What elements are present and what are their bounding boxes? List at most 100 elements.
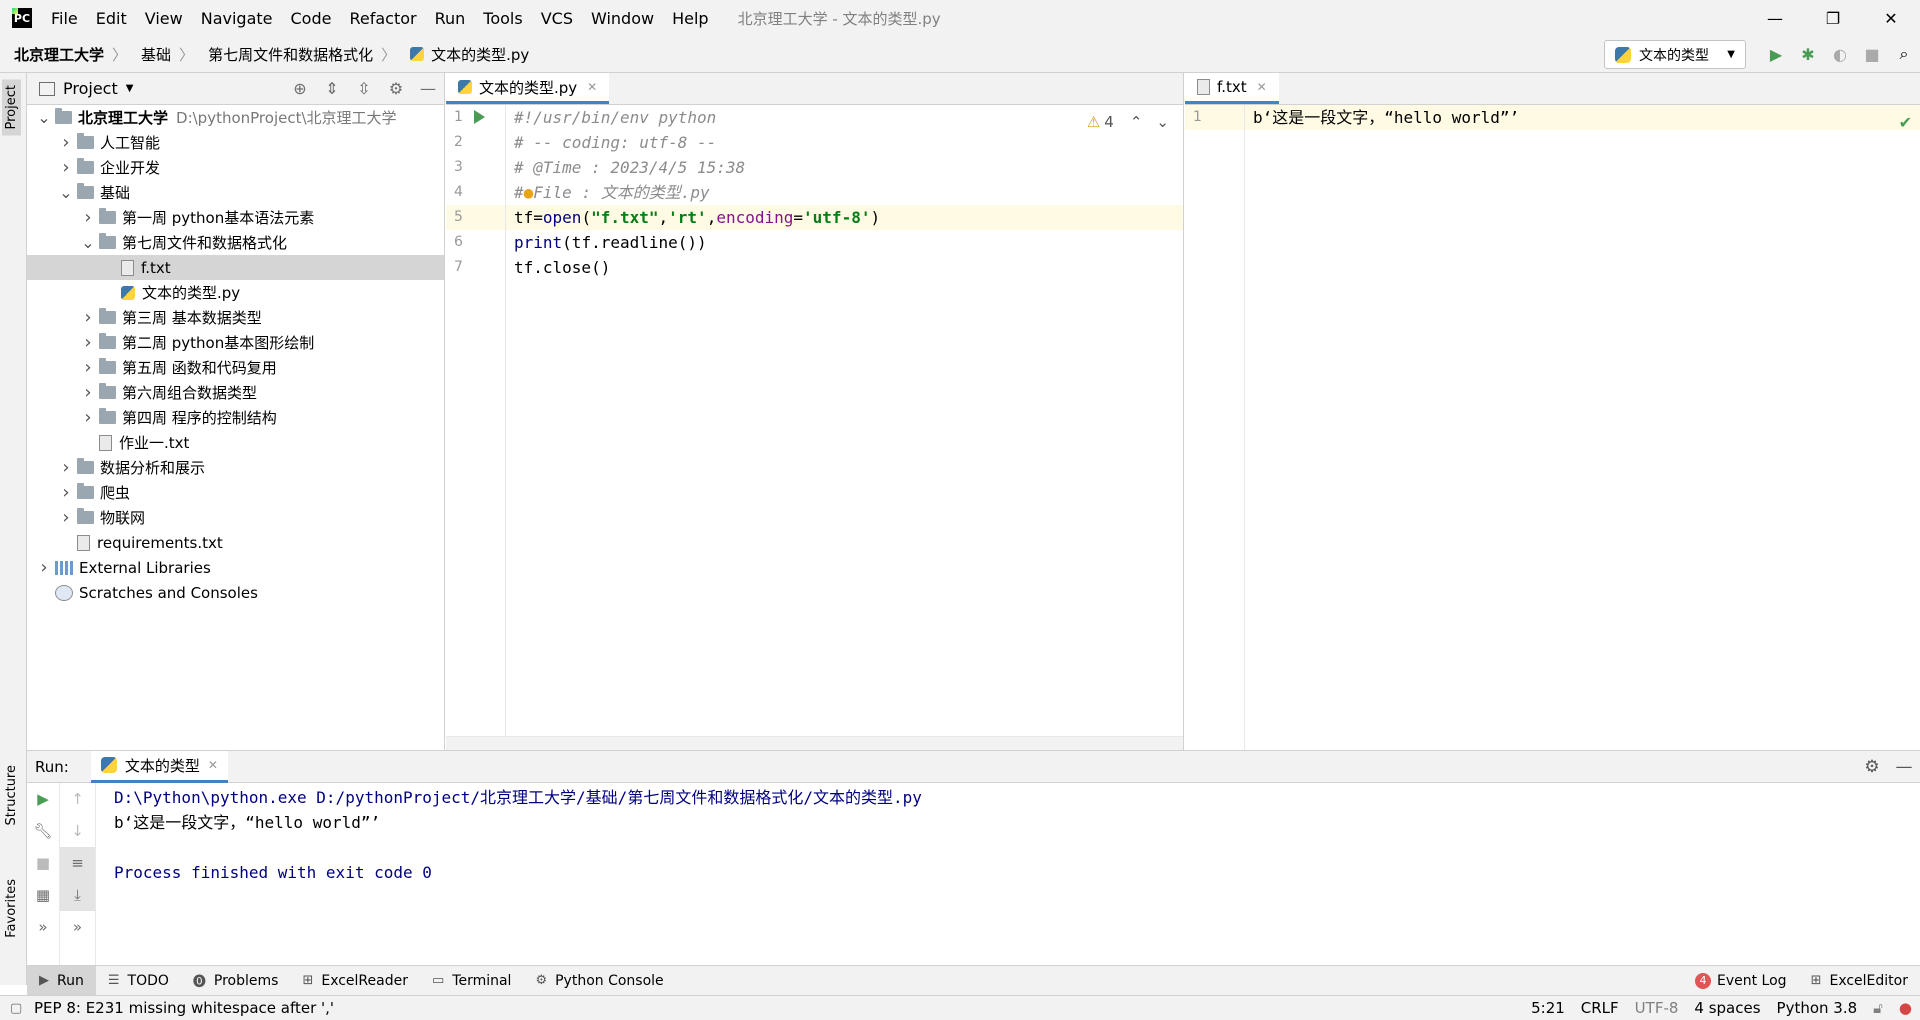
tab-f-txt[interactable]: f.txt ✕: [1185, 73, 1279, 104]
tree-item[interactable]: › 第五周 函数和代码复用: [27, 355, 444, 380]
chevron-right-icon[interactable]: ›: [33, 557, 55, 578]
chevron-right-icon[interactable]: ›: [77, 382, 99, 403]
close-icon[interactable]: ✕: [587, 80, 597, 94]
menu-refactor[interactable]: Refactor: [349, 9, 416, 28]
chevron-down-icon[interactable]: ⌄: [77, 233, 99, 252]
stop-icon[interactable]: ■: [1856, 45, 1888, 64]
chevron-right-icon[interactable]: ›: [77, 332, 99, 353]
favorites-tool-tab[interactable]: Favorites: [2, 873, 21, 944]
tool-tab-run[interactable]: ▶ Run: [27, 965, 96, 996]
run-configuration-select[interactable]: 文本的类型 ▼: [1604, 40, 1746, 69]
pycharm-icon[interactable]: PC: [12, 8, 32, 28]
tree-item[interactable]: f.txt: [27, 255, 444, 280]
tool-tab-todo[interactable]: ☰ TODO: [96, 966, 181, 996]
tree-item[interactable]: › 企业开发: [27, 155, 444, 180]
caret-position[interactable]: 5:21: [1531, 999, 1565, 1017]
more-icon[interactable]: »: [27, 911, 59, 943]
tab-text-type-py[interactable]: 文本的类型.py ✕: [446, 73, 610, 104]
expand-all-icon[interactable]: ⇕: [316, 79, 348, 98]
run-tab[interactable]: 文本的类型 ✕: [90, 750, 228, 783]
collapse-all-icon[interactable]: ⇳: [348, 79, 380, 98]
menu-tools[interactable]: Tools: [483, 9, 522, 28]
chevron-right-icon[interactable]: ›: [77, 357, 99, 378]
tree-item[interactable]: › 第三周 基本数据类型: [27, 305, 444, 330]
tool-tab-python-console[interactable]: ⚙ Python Console: [523, 966, 675, 996]
project-tool-tab[interactable]: Project: [2, 79, 21, 136]
chevron-right-icon[interactable]: ›: [77, 207, 99, 228]
toggle-panels-icon[interactable]: ▢: [10, 1001, 22, 1016]
rerun-icon[interactable]: ▶: [27, 783, 59, 815]
run-gutter-icon[interactable]: [474, 110, 485, 124]
menu-view[interactable]: View: [145, 9, 183, 28]
tool-tab-excelreader[interactable]: ⊞ ExcelReader: [290, 966, 420, 996]
tree-item[interactable]: › 数据分析和展示: [27, 455, 444, 480]
tree-item[interactable]: › 爬虫: [27, 480, 444, 505]
chevron-down-icon[interactable]: ⌄: [55, 183, 77, 202]
hide-icon[interactable]: —: [412, 79, 444, 98]
tree-item[interactable]: › 第六周组合数据类型: [27, 380, 444, 405]
chevron-right-icon[interactable]: ›: [55, 457, 77, 478]
wrench-icon[interactable]: 🔧︎: [27, 815, 59, 847]
tree-item[interactable]: › 第一周 python基本语法元素: [27, 205, 444, 230]
chevron-right-icon[interactable]: ›: [55, 157, 77, 178]
stop-icon[interactable]: ■: [27, 847, 59, 879]
menu-help[interactable]: Help: [672, 9, 708, 28]
menu-navigate[interactable]: Navigate: [201, 9, 273, 28]
breadcrumb-subfolder[interactable]: 第七周文件和数据格式化〉: [208, 44, 396, 65]
tree-item[interactable]: ⌄ 北京理工大学 D:\pythonProject\北京理工大学: [27, 105, 444, 130]
chevron-down-icon[interactable]: ▼: [126, 83, 134, 94]
menu-run[interactable]: Run: [435, 9, 466, 28]
close-icon[interactable]: ✕: [1257, 80, 1267, 94]
layout-icon[interactable]: ▦: [27, 879, 59, 911]
menu-edit[interactable]: Edit: [96, 9, 127, 28]
tree-item[interactable]: › 人工智能: [27, 130, 444, 155]
tree-item[interactable]: 作业一.txt: [27, 430, 444, 455]
tree-item[interactable]: requirements.txt: [27, 530, 444, 555]
lock-icon[interactable]: 🔓︎: [1873, 999, 1883, 1017]
tree-item[interactable]: ⌄ 基础: [27, 180, 444, 205]
soft-wrap-icon[interactable]: ≡: [60, 847, 95, 879]
arrow-up-icon[interactable]: ↑: [60, 783, 95, 815]
code-area[interactable]: b‘这是一段文字，“hello world”’: [1245, 105, 1920, 750]
chevron-down-icon[interactable]: ⌄: [1156, 113, 1169, 131]
chevron-down-icon[interactable]: ⌄: [33, 108, 55, 127]
menu-code[interactable]: Code: [291, 9, 332, 28]
indent-setting[interactable]: 4 spaces: [1694, 999, 1760, 1017]
menu-vcs[interactable]: VCS: [541, 9, 573, 28]
debug-icon[interactable]: ✱: [1792, 45, 1824, 64]
code-area[interactable]: #!/usr/bin/env python # -- coding: utf-8 …: [506, 105, 1183, 750]
menu-file[interactable]: File: [51, 9, 78, 28]
tree-item[interactable]: › 第四周 程序的控制结构: [27, 405, 444, 430]
restore-button[interactable]: ❐: [1804, 0, 1862, 36]
gear-icon[interactable]: ⚙: [380, 79, 412, 98]
more-icon[interactable]: »: [60, 911, 95, 943]
horizontal-scrollbar[interactable]: [446, 736, 1183, 750]
error-icon[interactable]: ●: [1899, 999, 1912, 1017]
minimize-button[interactable]: —: [1746, 0, 1804, 36]
file-encoding[interactable]: UTF-8: [1635, 999, 1679, 1017]
close-icon[interactable]: ✕: [208, 758, 218, 772]
tree-item[interactable]: Scratches and Consoles: [27, 580, 444, 605]
chevron-right-icon[interactable]: ›: [55, 507, 77, 528]
tree-item[interactable]: › 物联网: [27, 505, 444, 530]
close-button[interactable]: ✕: [1862, 0, 1920, 36]
chevron-right-icon[interactable]: ›: [55, 482, 77, 503]
breadcrumb-file[interactable]: 文本的类型.py: [410, 44, 529, 65]
event-log-tab[interactable]: 4 Event Log: [1683, 966, 1799, 996]
structure-tool-tab[interactable]: Structure: [2, 759, 21, 831]
chevron-up-icon[interactable]: ⌃: [1130, 113, 1143, 131]
gear-icon[interactable]: ⚙: [1856, 757, 1888, 777]
locate-icon[interactable]: ⊕: [284, 79, 316, 98]
inspection-widget[interactable]: ⚠ 4 ⌃ ⌄: [1087, 113, 1169, 131]
tree-item[interactable]: › 第二周 python基本图形绘制: [27, 330, 444, 355]
interpreter-selector[interactable]: Python 3.8: [1777, 999, 1858, 1017]
tool-tab-problems[interactable]: ⓿ Problems: [181, 966, 291, 996]
breadcrumb-project[interactable]: 北京理工大学〉: [14, 44, 127, 65]
search-icon[interactable]: ⌕: [1888, 44, 1920, 64]
chevron-right-icon[interactable]: ›: [77, 407, 99, 428]
coverage-icon[interactable]: ◐: [1824, 45, 1856, 64]
excel-editor-tab[interactable]: ⊞ ExcelEditor: [1799, 966, 1920, 996]
scroll-to-end-icon[interactable]: ⤓: [60, 879, 95, 911]
arrow-down-icon[interactable]: ↓: [60, 815, 95, 847]
line-separator[interactable]: CRLF: [1581, 999, 1619, 1017]
